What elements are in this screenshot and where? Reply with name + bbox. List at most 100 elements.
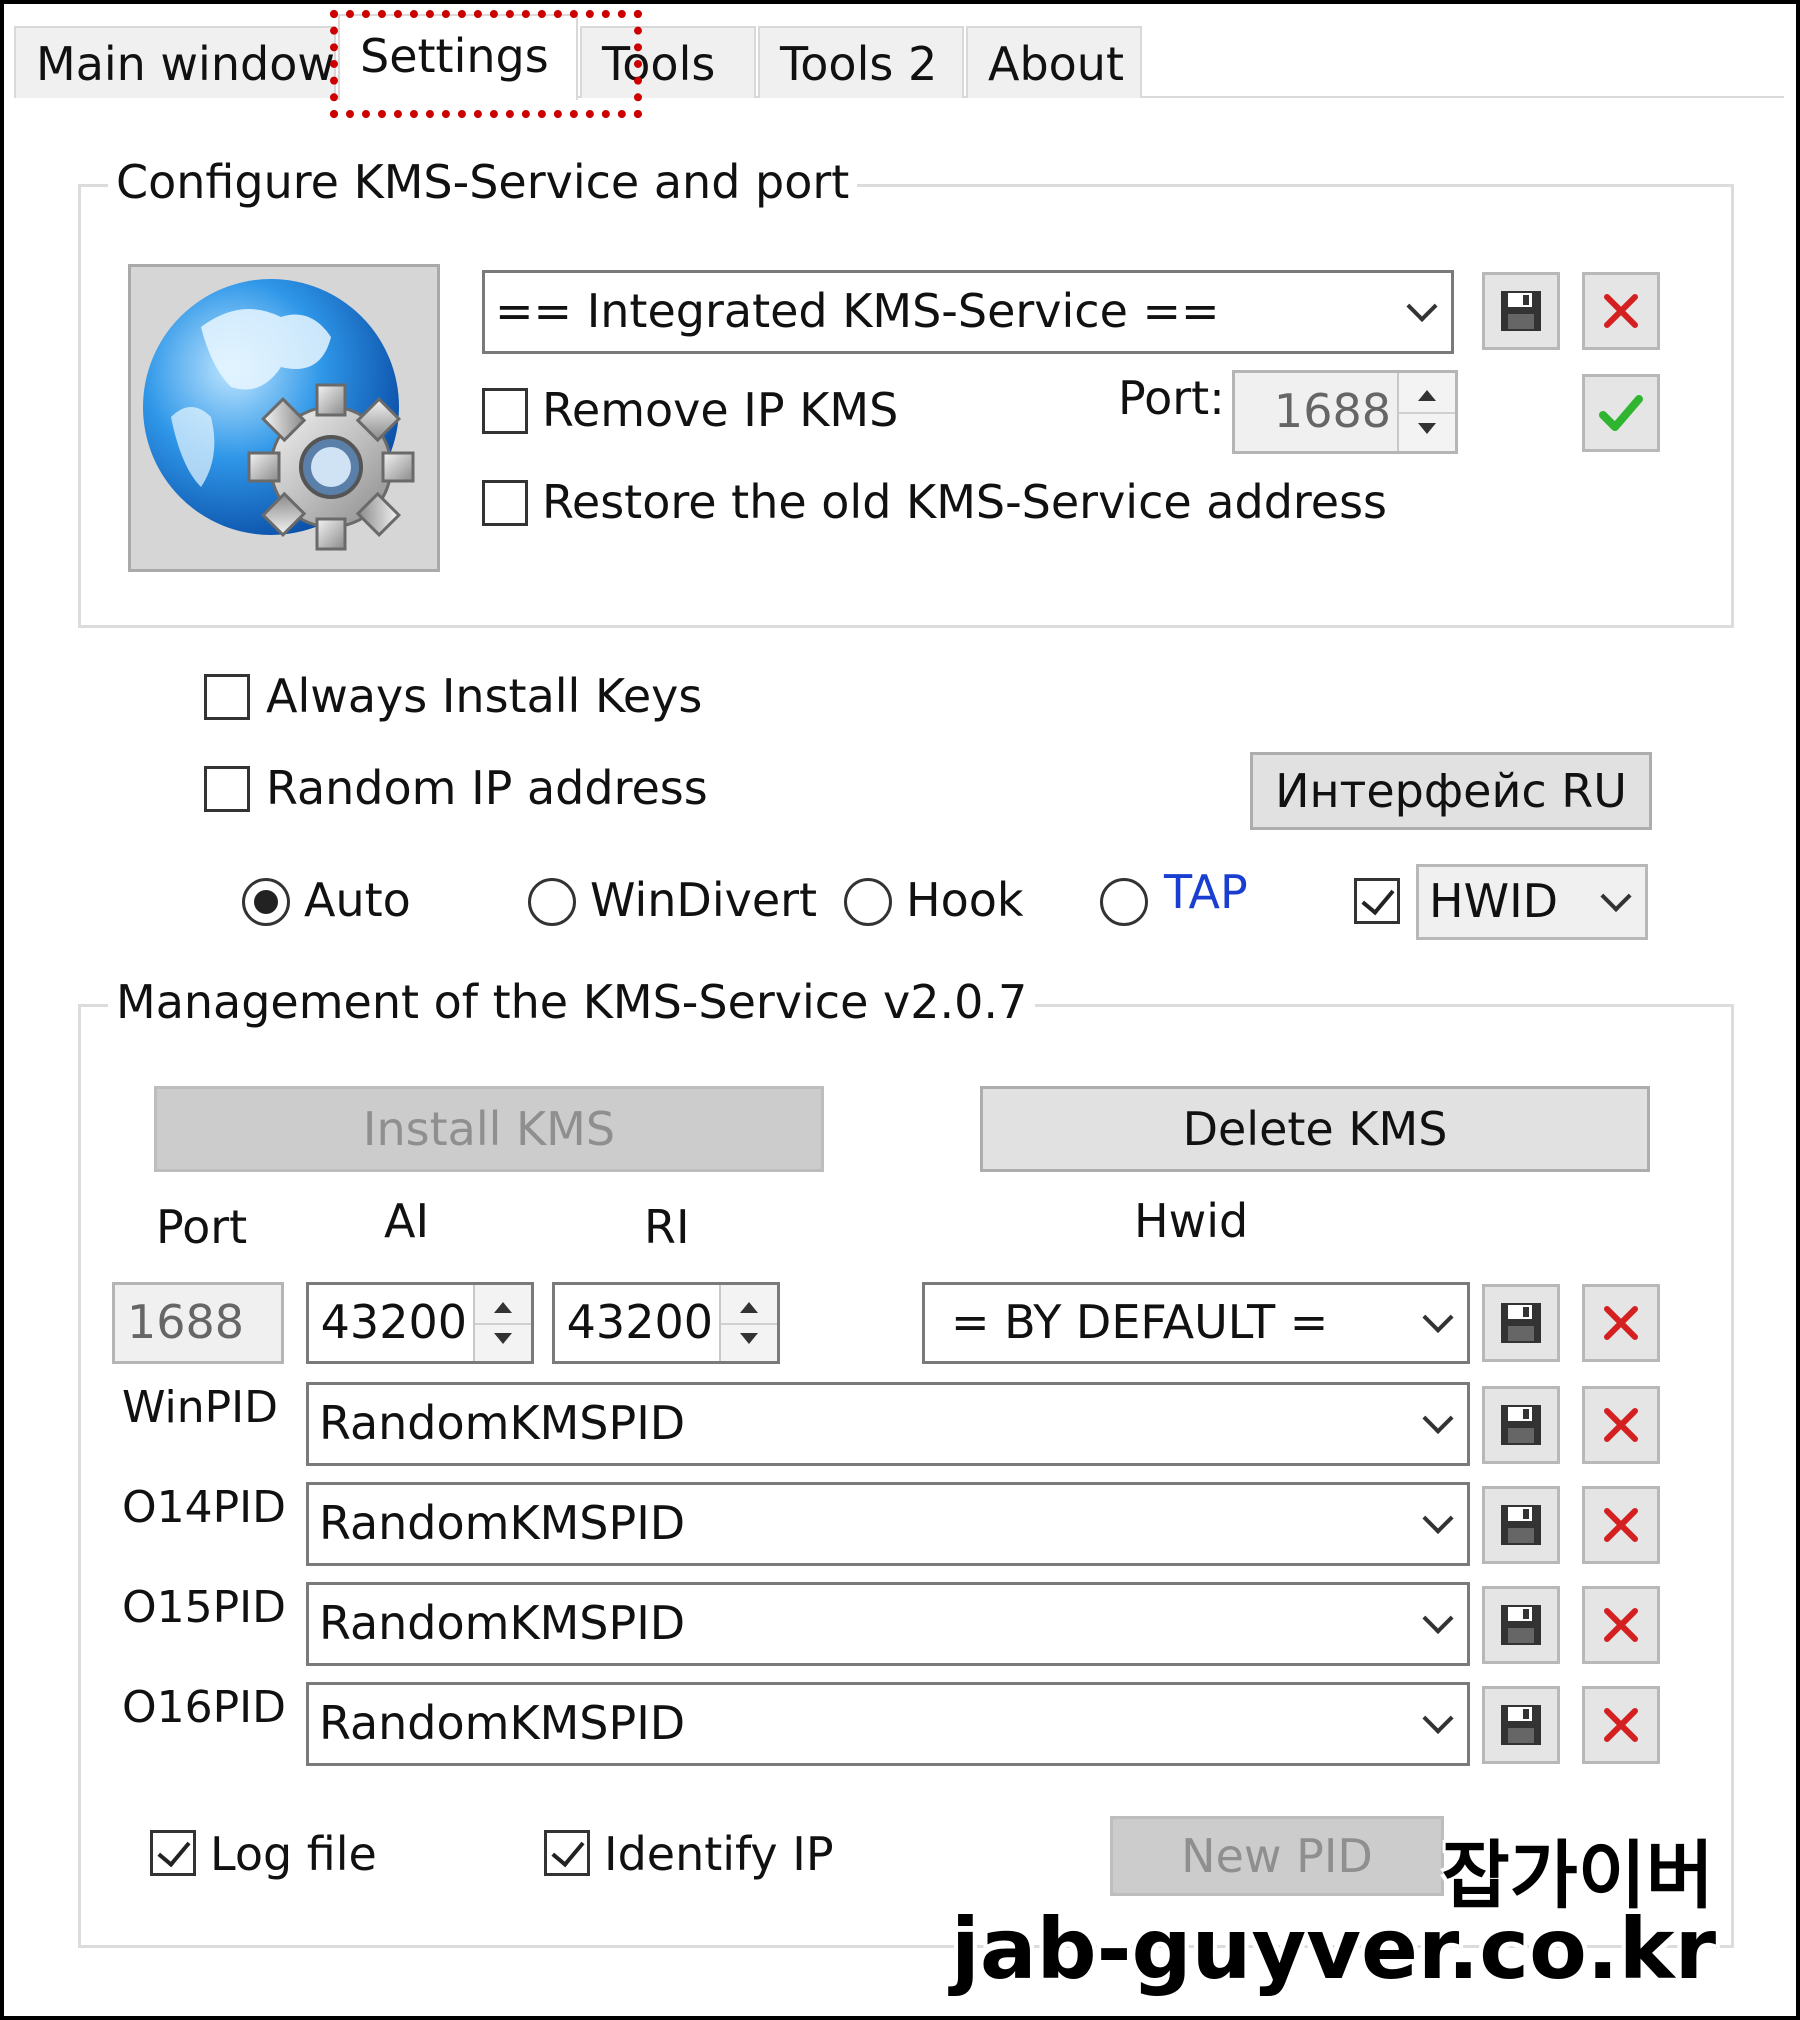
radio-auto-label: Auto (304, 873, 411, 927)
configure-group-title: Configure KMS-Service and port (108, 154, 858, 210)
radio-tap-label: TAP (1164, 865, 1248, 919)
log-file-label: Log file (210, 1827, 377, 1881)
radio-windivert[interactable] (528, 878, 576, 926)
port-value: 1688 (1273, 383, 1391, 438)
pid-row-label-o14pid: O14PID (122, 1482, 287, 1533)
chevron-down-icon (1422, 1702, 1454, 1735)
delete-hwid-button[interactable] (1582, 1284, 1660, 1362)
radio-auto[interactable] (242, 878, 290, 926)
tab-label: Main window (36, 37, 335, 91)
log-file-checkbox[interactable] (150, 1830, 196, 1876)
save-service-button[interactable] (1482, 272, 1560, 350)
chevron-down-icon (1422, 1502, 1454, 1535)
close-x-icon (1604, 1508, 1638, 1542)
remove-ip-kms-label: Remove IP KMS (542, 383, 899, 437)
identify-ip-label: Identify IP (604, 1827, 834, 1881)
ri-value: 43200 (566, 1294, 713, 1349)
save-o15pid-button[interactable] (1482, 1586, 1560, 1664)
radio-hook-label: Hook (906, 873, 1024, 927)
delete-kms-button[interactable]: Delete KMS (980, 1086, 1650, 1172)
tab-about[interactable]: About (966, 26, 1142, 98)
delete-kms-label: Delete KMS (1182, 1102, 1448, 1156)
hwid-mode-combo[interactable]: HWID (1416, 864, 1648, 940)
delete-winpid-button[interactable] (1582, 1386, 1660, 1464)
close-x-icon (1604, 1306, 1638, 1340)
tab-tools-2[interactable]: Tools 2 (758, 26, 964, 98)
app-window: Main window Settings Tools Tools 2 About… (0, 0, 1800, 2020)
ai-spin-buttons[interactable] (473, 1285, 531, 1361)
close-x-icon (1604, 1708, 1638, 1742)
winpid-value: RandomKMSPID (319, 1395, 686, 1450)
save-hwid-button[interactable] (1482, 1284, 1560, 1362)
column-header-port: Port (156, 1200, 248, 1254)
random-ip-checkbox[interactable] (204, 766, 250, 812)
ai-spinner[interactable]: 43200 (306, 1282, 534, 1364)
identify-ip-checkbox[interactable] (544, 1830, 590, 1876)
winpid-combo[interactable]: RandomKMSPID (306, 1382, 1470, 1466)
kms-service-combo-value: == Integrated KMS-Service == (495, 283, 1220, 338)
interface-ru-label: Интерфейс RU (1275, 764, 1627, 818)
hwid-checkbox[interactable] (1354, 878, 1400, 924)
chevron-down-icon (1422, 1301, 1454, 1334)
save-winpid-button[interactable] (1482, 1386, 1560, 1464)
chevron-down-icon (1600, 880, 1632, 913)
pid-row-label-winpid: WinPID (122, 1382, 279, 1433)
port-spin-buttons[interactable] (1397, 373, 1455, 451)
port-spinner[interactable]: 1688 (1232, 370, 1458, 454)
floppy-disk-icon (1501, 1505, 1541, 1545)
close-x-icon (1604, 1608, 1638, 1642)
save-o14pid-button[interactable] (1482, 1486, 1560, 1564)
o15pid-combo[interactable]: RandomKMSPID (306, 1582, 1470, 1666)
globe-gear-icon (128, 264, 440, 572)
install-kms-label: Install KMS (362, 1102, 616, 1156)
ri-spin-buttons[interactable] (719, 1285, 777, 1361)
chevron-down-icon (1422, 1602, 1454, 1635)
management-port-value: 1688 (127, 1294, 245, 1349)
column-header-ri: RI (644, 1200, 690, 1254)
o16pid-combo[interactable]: RandomKMSPID (306, 1682, 1470, 1766)
always-install-keys-checkbox[interactable] (204, 674, 250, 720)
restore-old-address-checkbox[interactable] (482, 480, 528, 526)
interface-ru-button[interactable]: Интерфейс RU (1250, 752, 1652, 830)
column-header-ai: AI (384, 1194, 430, 1248)
ri-spinner[interactable]: 43200 (552, 1282, 780, 1364)
o14pid-value: RandomKMSPID (319, 1495, 686, 1550)
watermark-url: jab-guyver.co.kr (951, 1900, 1716, 1998)
apply-port-button[interactable] (1582, 374, 1660, 452)
o14pid-combo[interactable]: RandomKMSPID (306, 1482, 1470, 1566)
ai-value: 43200 (320, 1294, 467, 1349)
tab-main-window[interactable]: Main window (14, 26, 336, 98)
hwid-value-combo[interactable]: = BY DEFAULT = (922, 1282, 1470, 1364)
kms-service-combo[interactable]: == Integrated KMS-Service == (482, 270, 1454, 354)
o16pid-value: RandomKMSPID (319, 1695, 686, 1750)
floppy-disk-icon (1501, 1605, 1541, 1645)
settings-highlight-box (330, 10, 642, 118)
checkmark-icon (1599, 395, 1643, 431)
floppy-disk-icon (1501, 1405, 1541, 1445)
column-header-hwid: Hwid (1134, 1194, 1249, 1248)
new-pid-button[interactable]: New PID (1110, 1816, 1444, 1896)
delete-o16pid-button[interactable] (1582, 1686, 1660, 1764)
delete-o14pid-button[interactable] (1582, 1486, 1660, 1564)
radio-tap[interactable] (1100, 878, 1148, 926)
tab-label: Tools 2 (780, 37, 938, 91)
floppy-disk-icon (1501, 291, 1541, 331)
hwid-mode-value: HWID (1429, 873, 1559, 928)
delete-o15pid-button[interactable] (1582, 1586, 1660, 1664)
chevron-down-icon (1422, 1402, 1454, 1435)
random-ip-label: Random IP address (266, 761, 708, 815)
hwid-value: = BY DEFAULT = (951, 1294, 1329, 1349)
delete-service-button[interactable] (1582, 272, 1660, 350)
radio-hook[interactable] (844, 878, 892, 926)
pid-row-label-o15pid: O15PID (122, 1582, 287, 1633)
remove-ip-kms-checkbox[interactable] (482, 388, 528, 434)
save-o16pid-button[interactable] (1482, 1686, 1560, 1764)
management-port-field: 1688 (112, 1282, 284, 1364)
install-kms-button[interactable]: Install KMS (154, 1086, 824, 1172)
chevron-down-icon (1406, 290, 1438, 323)
floppy-disk-icon (1501, 1303, 1541, 1343)
restore-old-address-label: Restore the old KMS-Service address (542, 475, 1388, 529)
pid-row-label-o16pid: O16PID (122, 1682, 287, 1733)
new-pid-label: New PID (1181, 1829, 1373, 1883)
always-install-keys-label: Always Install Keys (266, 669, 703, 723)
